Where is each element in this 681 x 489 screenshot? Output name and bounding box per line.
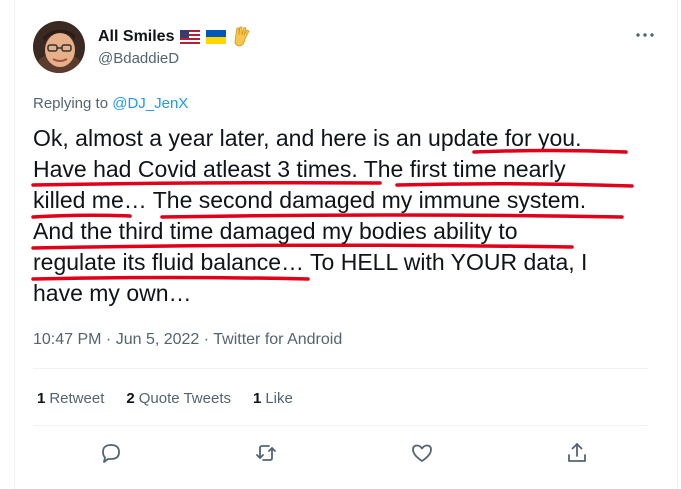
tweet-line-6: have my own… [33,280,192,306]
tweet-line-2: Have had Covid atleast 3 times. The firs… [33,156,566,182]
tweet-date[interactable]: Jun 5, 2022 [116,331,200,348]
retweets-stat[interactable]: 1 Retweet [37,390,104,407]
author-name-row[interactable]: All Smiles [98,26,252,48]
tweet-line-4: And the third time damaged my bodies abi… [33,218,518,244]
replying-to-link[interactable]: @DJ_JenX [112,95,188,112]
vulcan-salute-icon [235,26,251,47]
author-name[interactable]: All Smiles [98,28,174,46]
likes-stat[interactable]: 1 Like [253,390,293,407]
tweet-stats: 1 Retweet 2 Quote Tweets 1 Like [37,390,315,407]
reply-icon[interactable] [99,441,123,465]
divider [33,368,648,369]
meta-separator: · [199,331,214,348]
share-icon[interactable] [565,441,589,465]
meta-separator: · [101,331,116,348]
quote-tweets-stat[interactable]: 2 Quote Tweets [126,390,231,407]
like-icon[interactable] [410,441,434,465]
replying-to-prefix: Replying to [33,95,113,112]
tweet-line-1: Ok, almost a year later, and here is an … [33,125,582,151]
divider [33,425,648,426]
tweet-client: Twitter for Android [213,331,343,348]
replying-to: Replying to @DJ_JenX [33,95,188,112]
likes-count: 1 [253,390,262,407]
likes-label: Like [265,390,293,407]
avatar[interactable] [33,21,85,73]
retweet-icon[interactable] [254,441,278,465]
tweet-line-3: killed me… The second damaged my immune … [33,187,587,213]
tweet-text: Ok, almost a year later, and here is an … [33,123,663,309]
tweet-time[interactable]: 10:47 PM [33,331,101,348]
retweets-count: 1 [37,390,46,407]
ukraine-flag-icon [206,30,227,44]
more-options-icon[interactable] [634,24,656,46]
retweets-label: Retweet [49,390,105,407]
quote-tweets-label: Quote Tweets [138,390,231,407]
tweet-line-5: regulate its fluid balance… To HELL with… [33,249,588,275]
tweet-meta: 10:47 PM · Jun 5, 2022 · Twitter for And… [33,331,342,349]
author-handle[interactable]: @BdaddieD [98,50,179,67]
quote-tweets-count: 2 [126,390,135,407]
us-flag-icon [180,30,201,44]
